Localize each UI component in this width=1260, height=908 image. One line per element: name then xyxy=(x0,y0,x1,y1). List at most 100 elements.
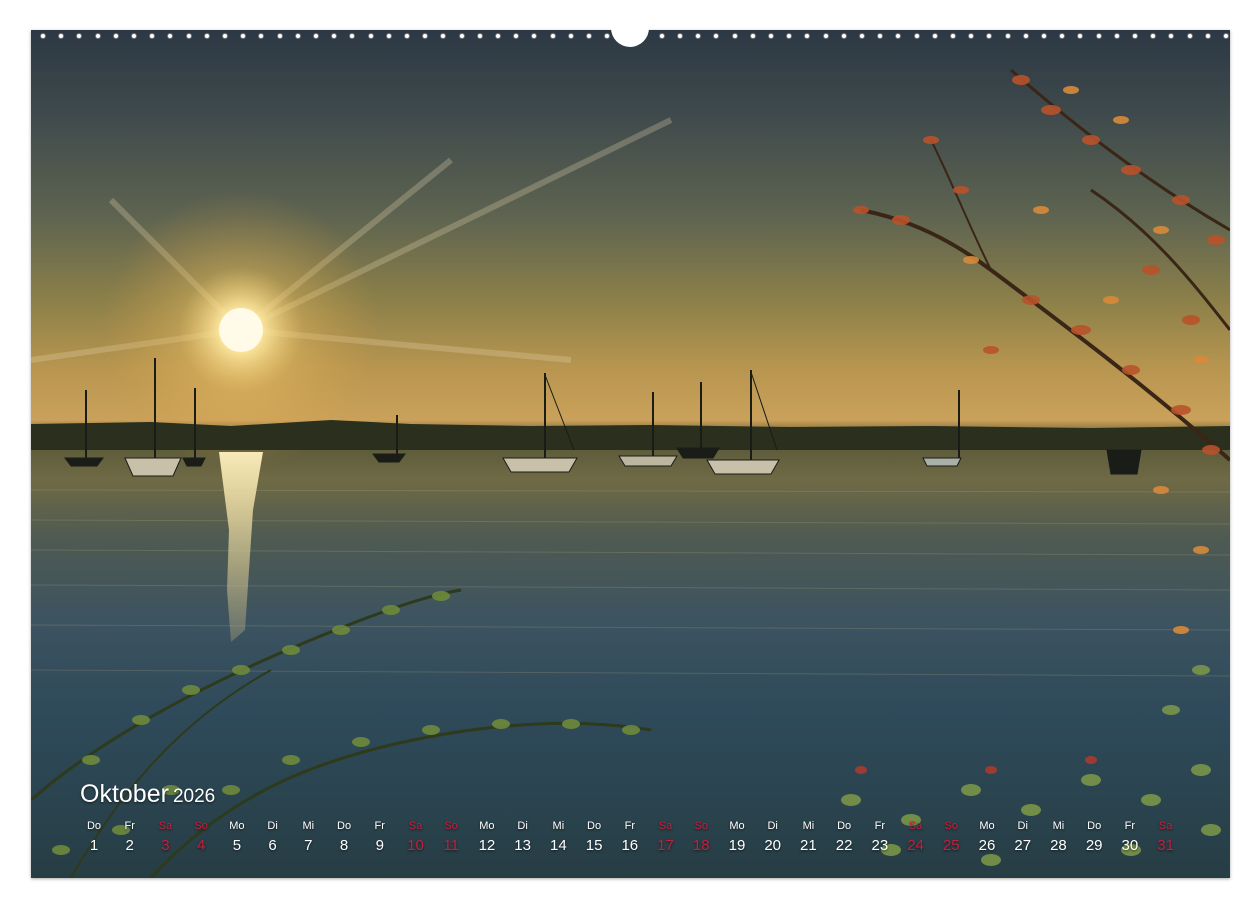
day-number: 28 xyxy=(1050,837,1067,854)
day-cell: So 4 xyxy=(183,818,219,858)
binding-hole xyxy=(385,33,392,39)
binding-hole xyxy=(1204,33,1211,39)
lake-sunset-photo xyxy=(31,30,1230,878)
binding-hole xyxy=(58,33,65,39)
day-cell: Do 29 xyxy=(1076,818,1112,858)
weekday-label: Mo xyxy=(229,820,245,832)
binding-hole xyxy=(586,33,592,39)
day-cell: Do 8 xyxy=(326,818,362,858)
day-cell: Sa 10 xyxy=(397,818,433,858)
binding-hole xyxy=(222,33,228,39)
binding-hole xyxy=(1077,33,1084,39)
binding-hole xyxy=(677,33,683,39)
weekday-label: Sa xyxy=(158,820,173,832)
weekday-label: Fr xyxy=(1124,820,1136,832)
binding-hole xyxy=(731,33,738,39)
binding-hole xyxy=(950,33,956,39)
binding-hole xyxy=(1022,33,1029,39)
weekday-label: Fr xyxy=(874,820,886,832)
weekday-label: Sa xyxy=(1158,820,1173,832)
binding-hole xyxy=(440,33,447,39)
binding-hole xyxy=(203,33,210,39)
binding-hole xyxy=(1168,33,1175,39)
binding-hole xyxy=(768,33,774,39)
binding-hole xyxy=(986,33,993,39)
day-cell: Fr 9 xyxy=(362,818,398,858)
day-cell: Di 6 xyxy=(255,818,291,858)
binding-hole xyxy=(1041,33,1047,39)
weekday-label: Sa xyxy=(908,820,923,832)
binding-hole xyxy=(258,33,265,39)
binding-hole xyxy=(476,33,483,39)
day-cell: Fr 16 xyxy=(612,818,648,858)
binding-hole xyxy=(422,33,429,39)
day-cell: Mi 7 xyxy=(290,818,326,858)
weekday-label: So xyxy=(944,820,958,832)
day-number: 19 xyxy=(728,837,746,854)
day-number: 3 xyxy=(161,837,170,854)
day-number: 12 xyxy=(478,837,496,854)
binding-hole xyxy=(804,33,811,39)
month-title: Oktober 2026 xyxy=(80,780,215,809)
day-cell: Mo 19 xyxy=(719,818,755,858)
day-number: 8 xyxy=(339,837,349,854)
binding-hole xyxy=(149,33,156,39)
weekday-label: Sa xyxy=(658,820,673,832)
day-cell: Sa 3 xyxy=(147,818,183,858)
binding-hole xyxy=(749,33,756,39)
day-cell: Mi 14 xyxy=(540,818,576,858)
day-cell: Fr 23 xyxy=(862,818,898,858)
day-cell: Fr 2 xyxy=(112,818,148,858)
binding-hole xyxy=(658,33,665,39)
day-number: 25 xyxy=(942,837,960,854)
weekday-label: So xyxy=(444,820,458,832)
sun-reflection xyxy=(219,452,263,642)
day-number: 14 xyxy=(550,837,567,854)
binding-hole xyxy=(931,33,938,39)
day-cell: Mo 12 xyxy=(469,818,505,858)
binding-hole xyxy=(713,33,720,39)
weekday-label: Do xyxy=(86,820,102,832)
weekday-label: Fr xyxy=(124,820,135,832)
day-cell: Mo 26 xyxy=(969,818,1005,858)
weekday-label: Di xyxy=(767,820,778,832)
weekday-label: So xyxy=(194,820,208,832)
day-cell: So 18 xyxy=(683,818,719,858)
day-number: 11 xyxy=(443,837,459,854)
binding-hole xyxy=(1095,33,1102,39)
weekday-label: Di xyxy=(517,820,528,832)
day-number: 7 xyxy=(304,837,313,854)
binding-hole xyxy=(840,33,847,39)
month-year: 2026 xyxy=(172,786,216,807)
day-number: 17 xyxy=(657,837,674,854)
binding-hole xyxy=(1004,33,1011,39)
binding-hole xyxy=(185,33,192,39)
day-cell: Sa 31 xyxy=(1148,818,1184,858)
binding-hole xyxy=(349,33,356,39)
weekday-label: Mi xyxy=(802,820,815,832)
day-number: 30 xyxy=(1121,837,1139,854)
weekday-label: Do xyxy=(587,820,602,832)
binding-hole xyxy=(331,33,338,39)
day-number: 2 xyxy=(125,837,134,854)
binding-hole xyxy=(94,33,101,39)
day-number: 26 xyxy=(978,837,996,854)
binding-hole xyxy=(1223,33,1229,39)
binding-hole xyxy=(1186,33,1193,39)
day-number: 9 xyxy=(375,837,384,854)
day-cell: So 11 xyxy=(433,818,469,858)
binding-hole xyxy=(513,33,520,39)
binding-hole xyxy=(549,33,556,39)
binding-hole xyxy=(968,33,975,39)
binding-hole xyxy=(313,33,319,39)
calendar-page: Oktober 2026 Do 1 Fr 2 Sa 3 So 4 Mo 5 Di 6 Mi 7 Do 8 Fr 9 S… xyxy=(0,0,1260,908)
day-number: 29 xyxy=(1085,837,1103,854)
binding-hole xyxy=(1132,33,1138,39)
day-cell: Di 27 xyxy=(1005,818,1041,858)
day-number: 15 xyxy=(585,837,603,854)
binding-hole xyxy=(131,33,137,39)
weekday-label: Di xyxy=(1017,820,1028,832)
day-cell: Mi 28 xyxy=(1040,818,1076,858)
day-number: 27 xyxy=(1014,837,1032,854)
binding-hole xyxy=(859,33,865,39)
